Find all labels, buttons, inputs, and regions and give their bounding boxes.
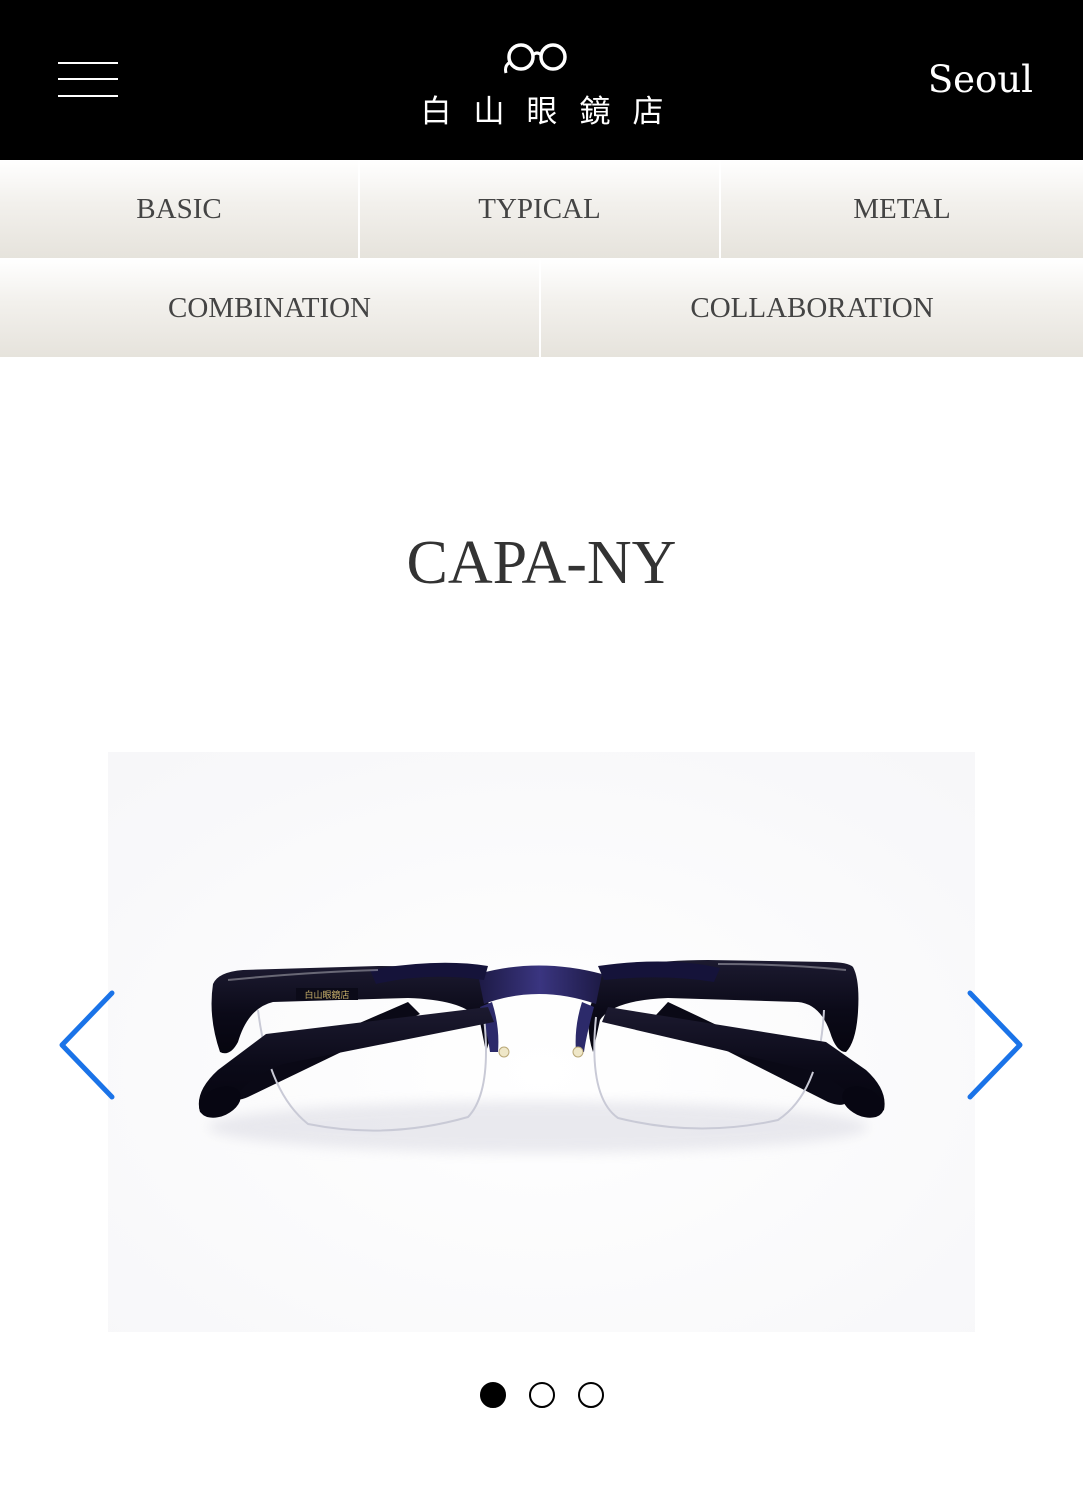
site-logo[interactable]: 白山眼鏡店 xyxy=(391,36,691,136)
eyeglasses-illustration: 白山眼鏡店 xyxy=(108,752,975,1332)
product-image: 白山眼鏡店 xyxy=(108,752,975,1332)
carousel-prev-arrow-icon[interactable] xyxy=(50,985,120,1105)
product-title: CAPA-NY xyxy=(406,529,677,597)
hamburger-menu-icon[interactable] xyxy=(58,62,118,98)
category-divider xyxy=(539,259,541,357)
category-typical[interactable]: TYPICAL xyxy=(360,160,719,258)
category-divider xyxy=(358,160,360,258)
category-combination[interactable]: COMBINATION xyxy=(0,259,539,357)
category-metal[interactable]: METAL xyxy=(721,160,1083,258)
site-header: 白山眼鏡店 Seoul xyxy=(0,0,1083,160)
logo-text: 白山眼鏡店 xyxy=(420,94,686,130)
temple-imprint: 白山眼鏡店 xyxy=(304,989,349,1001)
category-basic[interactable]: BASIC xyxy=(0,160,358,258)
carousel-next-arrow-icon[interactable] xyxy=(958,985,1028,1105)
category-divider xyxy=(719,160,721,258)
carousel-dot-2[interactable] xyxy=(529,1382,555,1408)
carousel-pagination xyxy=(478,1382,608,1410)
carousel-dot-1[interactable] xyxy=(480,1382,506,1408)
glasses-logo-icon xyxy=(504,43,567,74)
category-divider xyxy=(0,258,1083,259)
city-selector[interactable]: Seoul xyxy=(928,58,1033,101)
carousel-dot-3[interactable] xyxy=(578,1382,604,1408)
category-collaboration[interactable]: COLLABORATION xyxy=(541,259,1083,357)
